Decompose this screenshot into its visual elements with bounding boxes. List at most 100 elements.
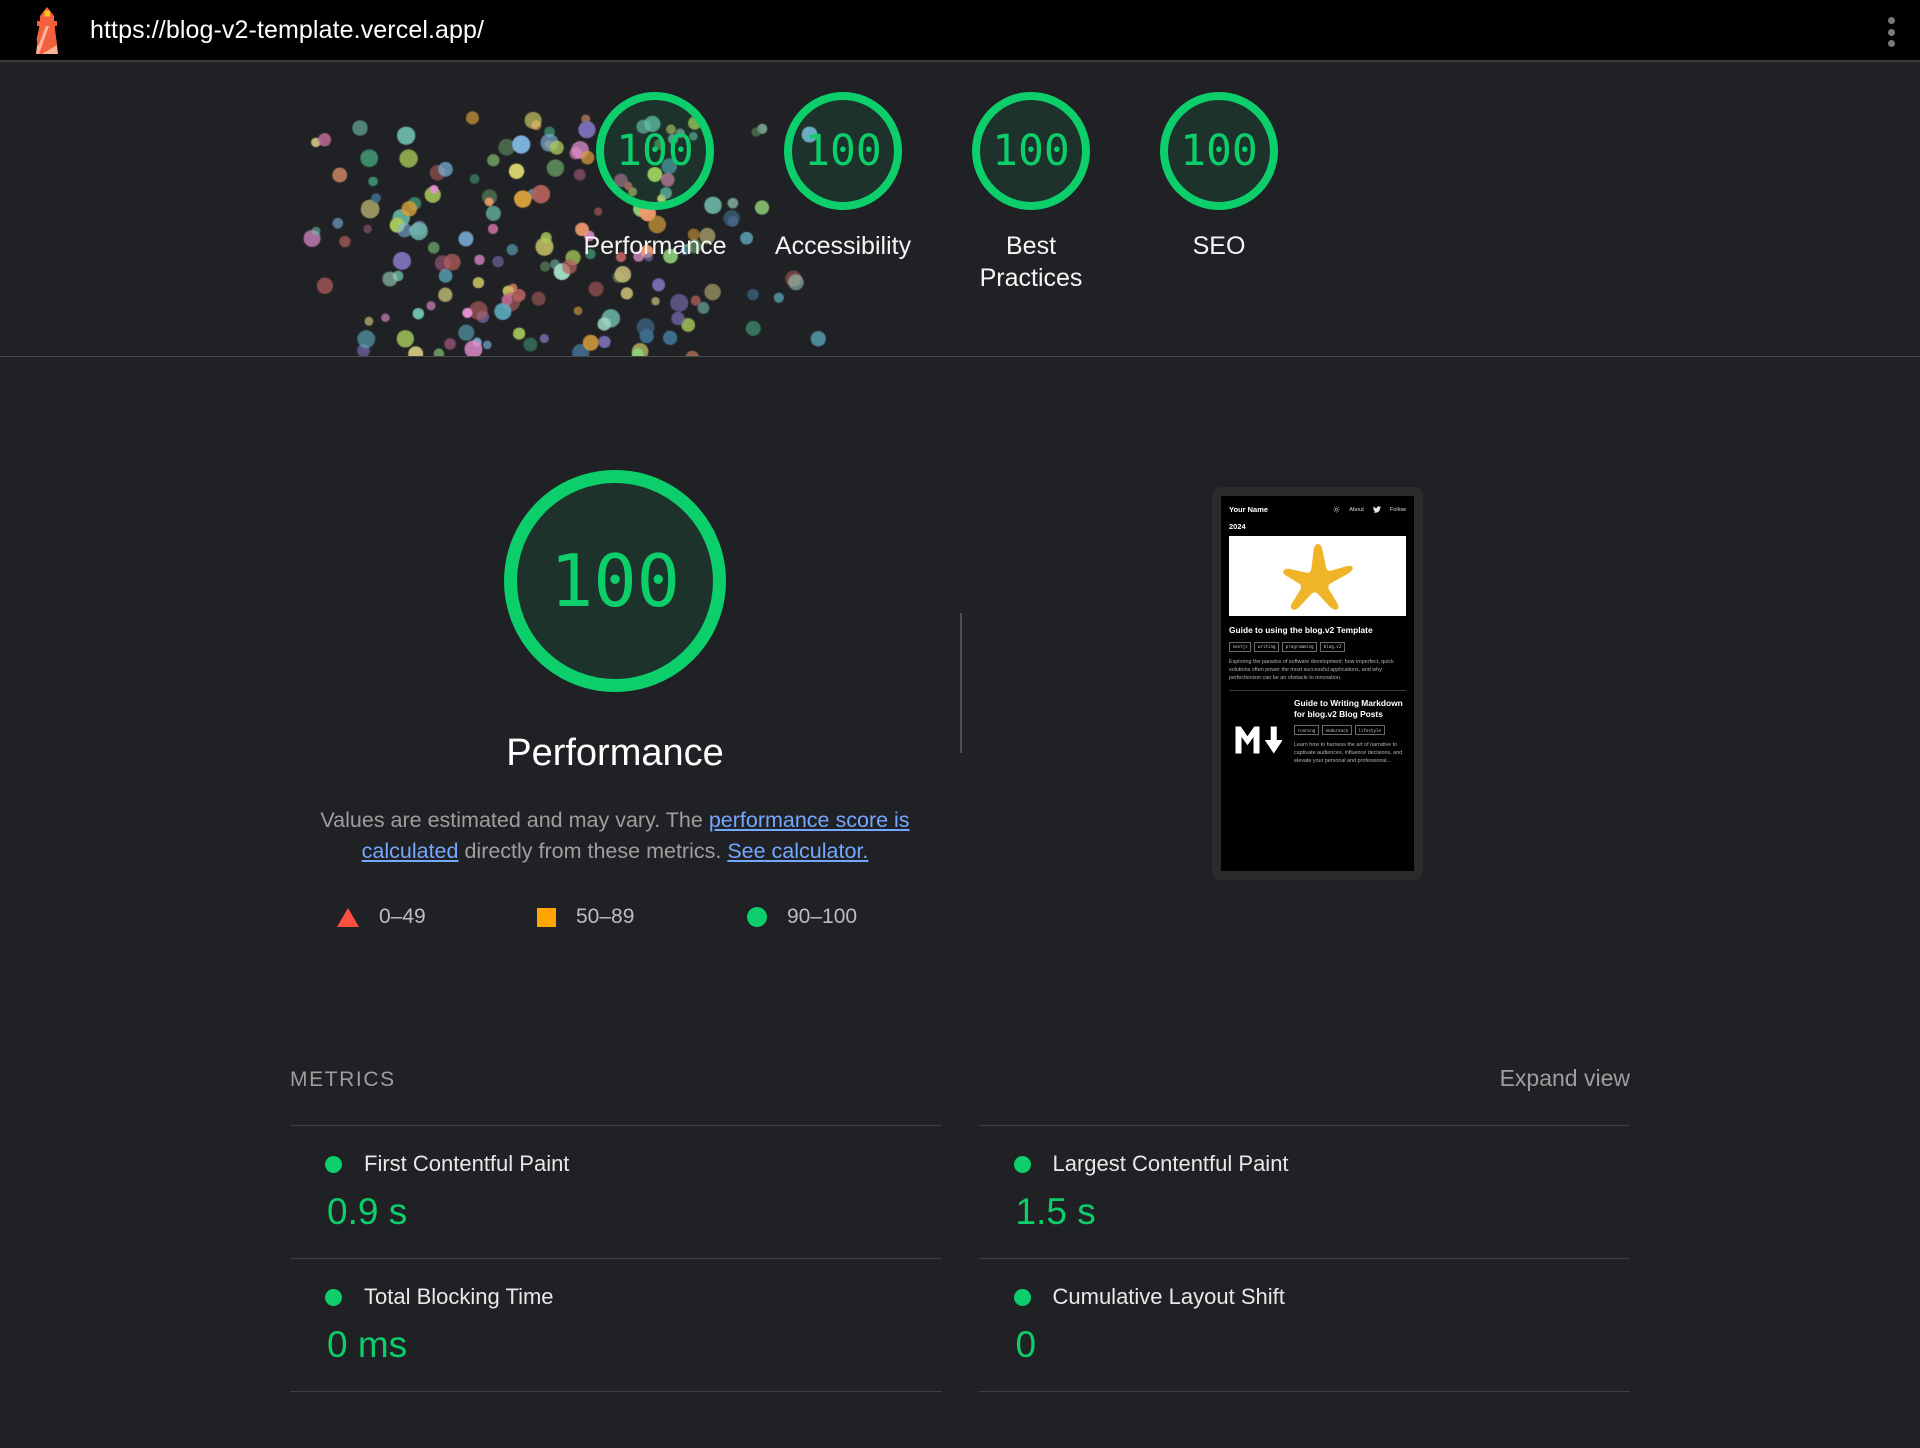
thumb-year: 2024 [1229, 522, 1246, 531]
gauge-score: 100 [804, 125, 882, 176]
gauge-list: 100 Performance 100 Accessibility 100 Be… [583, 92, 1284, 294]
gauge-score: 100 [616, 125, 694, 176]
legend-label: 0–49 [379, 905, 426, 929]
thumb-nav-about: About [1349, 506, 1364, 513]
thumb-tag: lifestyle [1354, 725, 1385, 736]
performance-gauge: 100 [504, 470, 726, 692]
metric-total-blocking-time[interactable]: Total Blocking Time 0 ms [290, 1258, 942, 1391]
gauge-ring: 100 [972, 92, 1090, 210]
markdown-icon [1229, 698, 1287, 766]
metric-header: Total Blocking Time [325, 1284, 942, 1310]
thumb-article-tags: running endurance lifestyle [1294, 719, 1406, 736]
status-badge [325, 1155, 342, 1173]
legend-item-fail: 0–49 [337, 905, 537, 929]
thumb-article-excerpt: Learn how to harness the art of narrativ… [1294, 742, 1403, 765]
page-screenshot-thumbnail[interactable]: Your Name About Follow 2024 Guide to usi… [1212, 487, 1423, 880]
performance-description: Values are estimated and may vary. The p… [310, 805, 920, 867]
gauge-score: 100 [1180, 125, 1258, 176]
status-badge [1013, 1288, 1031, 1306]
see-calculator-link[interactable]: See calculator. [727, 839, 868, 863]
gauge-ring: 100 [596, 92, 714, 210]
status-badge [325, 1288, 342, 1306]
metrics-column-right: Largest Contentful Paint 1.5 s Cumulativ… [978, 1125, 1631, 1392]
thumb-tag: blog.v2 [1320, 641, 1345, 652]
metric-label: First Contentful Paint [364, 1151, 570, 1176]
gauge-score: 100 [992, 125, 1070, 176]
metric-value: 0 ms [327, 1324, 408, 1365]
gauge-performance[interactable]: 100 Performance [583, 92, 727, 294]
metric-largest-contentful-paint[interactable]: Largest Contentful Paint 1.5 s [978, 1125, 1631, 1258]
thumb-article-excerpt: Exploring the paradox of software develo… [1229, 658, 1394, 681]
legend-item-average: 50–89 [537, 905, 747, 929]
desc-text-2: directly from these metrics. [458, 839, 728, 864]
metrics-header: METRICS Expand view [290, 1065, 1630, 1092]
triangle-icon [337, 907, 359, 927]
thumb-article-2: Guide to Writing Markdown for blog.v2 Bl… [1221, 691, 1414, 766]
gauge-ring: 100 [784, 92, 902, 210]
metrics-section-title: METRICS [290, 1068, 396, 1091]
status-badge [1013, 1155, 1031, 1173]
thumb-tag: programming [1282, 641, 1318, 652]
score-legend: 0–49 50–89 90–100 [305, 905, 925, 929]
metric-header: Largest Contentful Paint [1013, 1151, 1631, 1177]
expand-view-button[interactable]: Expand view [1500, 1065, 1630, 1092]
thumb-header: Your Name About Follow [1221, 496, 1414, 514]
page-title: Performance [506, 732, 724, 774]
metric-divider-bottom-left [290, 1391, 942, 1392]
legend-label: 50–89 [576, 905, 635, 929]
sun-icon [1333, 506, 1340, 513]
gauge-label: Performance [583, 232, 727, 260]
thumb-tag: writing [1254, 641, 1280, 652]
metric-label: Largest Contentful Paint [1052, 1151, 1289, 1176]
gauge-best-practices[interactable]: 100 Best Practices [966, 92, 1096, 294]
metric-first-contentful-paint[interactable]: First Contentful Paint 0.9 s [290, 1125, 942, 1258]
kebab-dot [1887, 17, 1895, 24]
thumb-site-name: Your Name [1229, 505, 1269, 514]
thumb-article-2-body: Guide to Writing Markdown for blog.v2 Bl… [1294, 698, 1406, 766]
metric-value: 0 [1015, 1324, 1037, 1365]
legend-label: 90–100 [787, 905, 858, 929]
metric-cumulative-layout-shift[interactable]: Cumulative Layout Shift 0 [978, 1258, 1631, 1391]
page-url: https://blog-v2-template.vercel.app/ [90, 15, 485, 44]
metrics-column-left: First Contentful Paint 0.9 s Total Block… [290, 1125, 942, 1392]
screenshot-content: Your Name About Follow 2024 Guide to usi… [1221, 496, 1414, 871]
category-scores-strip: 100 Performance 100 Accessibility 100 Be… [0, 62, 1920, 357]
thumb-article-title: Guide to using the blog.v2 Template [1229, 625, 1373, 635]
metric-divider-bottom-right [978, 1391, 1630, 1392]
twitter-icon [1372, 506, 1381, 513]
gauge-ring: 100 [1160, 92, 1278, 210]
legend-item-pass: 90–100 [747, 905, 857, 929]
metric-header: First Contentful Paint [325, 1151, 942, 1177]
topbar: https://blog-v2-template.vercel.app/ [0, 0, 1920, 62]
metric-label: Cumulative Layout Shift [1052, 1284, 1285, 1309]
kebab-menu-icon[interactable] [1876, 14, 1906, 50]
kebab-dot [1887, 40, 1895, 47]
gauge-label: Best Practices [979, 232, 1083, 292]
section-divider [960, 613, 962, 753]
metrics-grid: First Contentful Paint 0.9 s Total Block… [290, 1125, 1630, 1392]
kebab-dot [1887, 28, 1895, 36]
gauge-label: SEO [1192, 232, 1246, 260]
thumb-tag: nextjs [1229, 641, 1252, 652]
metric-value: 1.5 s [1015, 1191, 1096, 1232]
desc-text-1: Values are estimated and may vary. The [320, 808, 709, 832]
metric-label: Total Blocking Time [364, 1284, 554, 1309]
gauge-seo[interactable]: 100 SEO [1154, 92, 1284, 294]
metric-value: 0.9 s [327, 1191, 408, 1232]
thumb-article-tags: nextjs writing programming blog.v2 [1221, 636, 1414, 652]
circle-icon [747, 907, 767, 928]
performance-score: 100 [549, 539, 681, 623]
lighthouse-icon [36, 7, 58, 54]
thumb-nav-follow: Follow [1389, 506, 1406, 513]
square-icon [537, 907, 556, 927]
thumb-hero-image [1229, 536, 1406, 616]
metric-header: Cumulative Layout Shift [1013, 1284, 1631, 1310]
gauge-label: Accessibility [774, 232, 912, 260]
gauge-accessibility[interactable]: 100 Accessibility [774, 92, 912, 294]
star-icon [1282, 543, 1353, 610]
thumb-tag: running [1294, 725, 1319, 736]
thumb-nav: About Follow [1333, 506, 1406, 513]
thumb-article-title: Guide to Writing Markdown for blog.v2 Bl… [1294, 697, 1403, 719]
thumb-tag: endurance [1321, 725, 1352, 736]
performance-section: 100 Performance Values are estimated and… [290, 470, 940, 929]
